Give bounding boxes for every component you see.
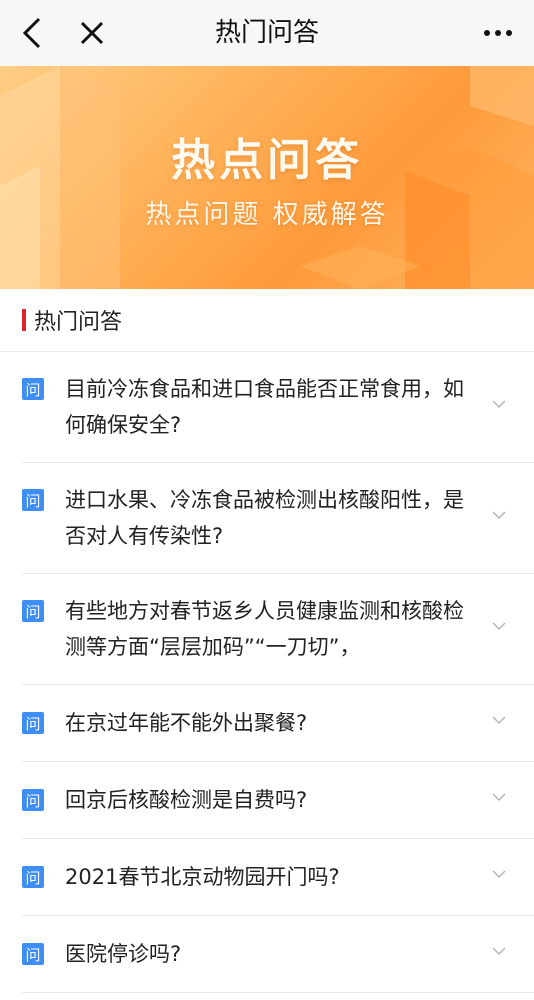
question-item[interactable]: 问 目前冷冻食品和进口食品能否正常食用，如何确保安全? — [22, 352, 534, 463]
close-button[interactable] — [70, 0, 114, 66]
question-item[interactable]: 问 有些地方对春节返乡人员健康监测和核酸检测等方面“层层加码”“一刀切”， — [22, 574, 534, 685]
chevron-down-icon — [492, 622, 506, 631]
question-text: 目前冷冻食品和进口食品能否正常食用，如何确保安全? — [65, 377, 464, 437]
question-badge: 问 — [22, 866, 44, 888]
chevron-down-icon — [492, 947, 506, 956]
chevron-down-icon — [492, 400, 506, 409]
chevron-down-icon — [492, 716, 506, 725]
question-item[interactable]: 问 医院停诊吗? — [22, 916, 534, 993]
banner-title: 热点问答 — [171, 135, 363, 186]
question-badge: 问 — [22, 489, 44, 511]
question-badge: 问 — [22, 943, 44, 965]
question-item[interactable]: 问 进口水果、冷冻食品被检测出核酸阳性，是否对人有传染性? — [22, 463, 534, 574]
chevron-down-icon — [492, 511, 506, 520]
section-accent-bar — [22, 309, 26, 331]
question-badge: 问 — [22, 378, 44, 400]
question-badge: 问 — [22, 712, 44, 734]
banner-subtitle: 热点问题 权威解答 — [145, 200, 389, 230]
question-text: 进口水果、冷冻食品被检测出核酸阳性，是否对人有传染性? — [65, 488, 464, 548]
chevron-down-icon — [492, 870, 506, 879]
section-header: 热门问答 — [0, 289, 534, 352]
question-badge: 问 — [22, 600, 44, 622]
chevron-down-icon — [492, 793, 506, 802]
more-horizontal-icon — [484, 30, 512, 36]
question-item[interactable]: 问 在京过年能不能外出聚餐? — [22, 685, 534, 762]
question-text: 回京后核酸检测是自费吗? — [65, 788, 308, 812]
more-button[interactable] — [476, 0, 520, 66]
back-button[interactable] — [10, 0, 54, 66]
question-text: 医院停诊吗? — [65, 942, 182, 966]
close-icon — [80, 21, 104, 45]
question-text: 有些地方对春节返乡人员健康监测和核酸检测等方面“层层加码”“一刀切”， — [65, 599, 464, 659]
chevron-left-icon — [22, 17, 41, 49]
navbar: 热门问答 — [0, 0, 534, 66]
question-text: 在京过年能不能外出聚餐? — [65, 711, 308, 735]
banner: 热点问答 热点问题 权威解答 — [0, 66, 534, 289]
question-list: 问 目前冷冻食品和进口食品能否正常食用，如何确保安全? 问 进口水果、冷冻食品被… — [0, 352, 534, 993]
question-badge: 问 — [22, 789, 44, 811]
section-title: 热门问答 — [34, 310, 123, 335]
question-item[interactable]: 问 2021春节北京动物园开门吗? — [22, 839, 534, 916]
question-item[interactable]: 问 回京后核酸检测是自费吗? — [22, 762, 534, 839]
question-text: 2021春节北京动物园开门吗? — [65, 865, 340, 889]
